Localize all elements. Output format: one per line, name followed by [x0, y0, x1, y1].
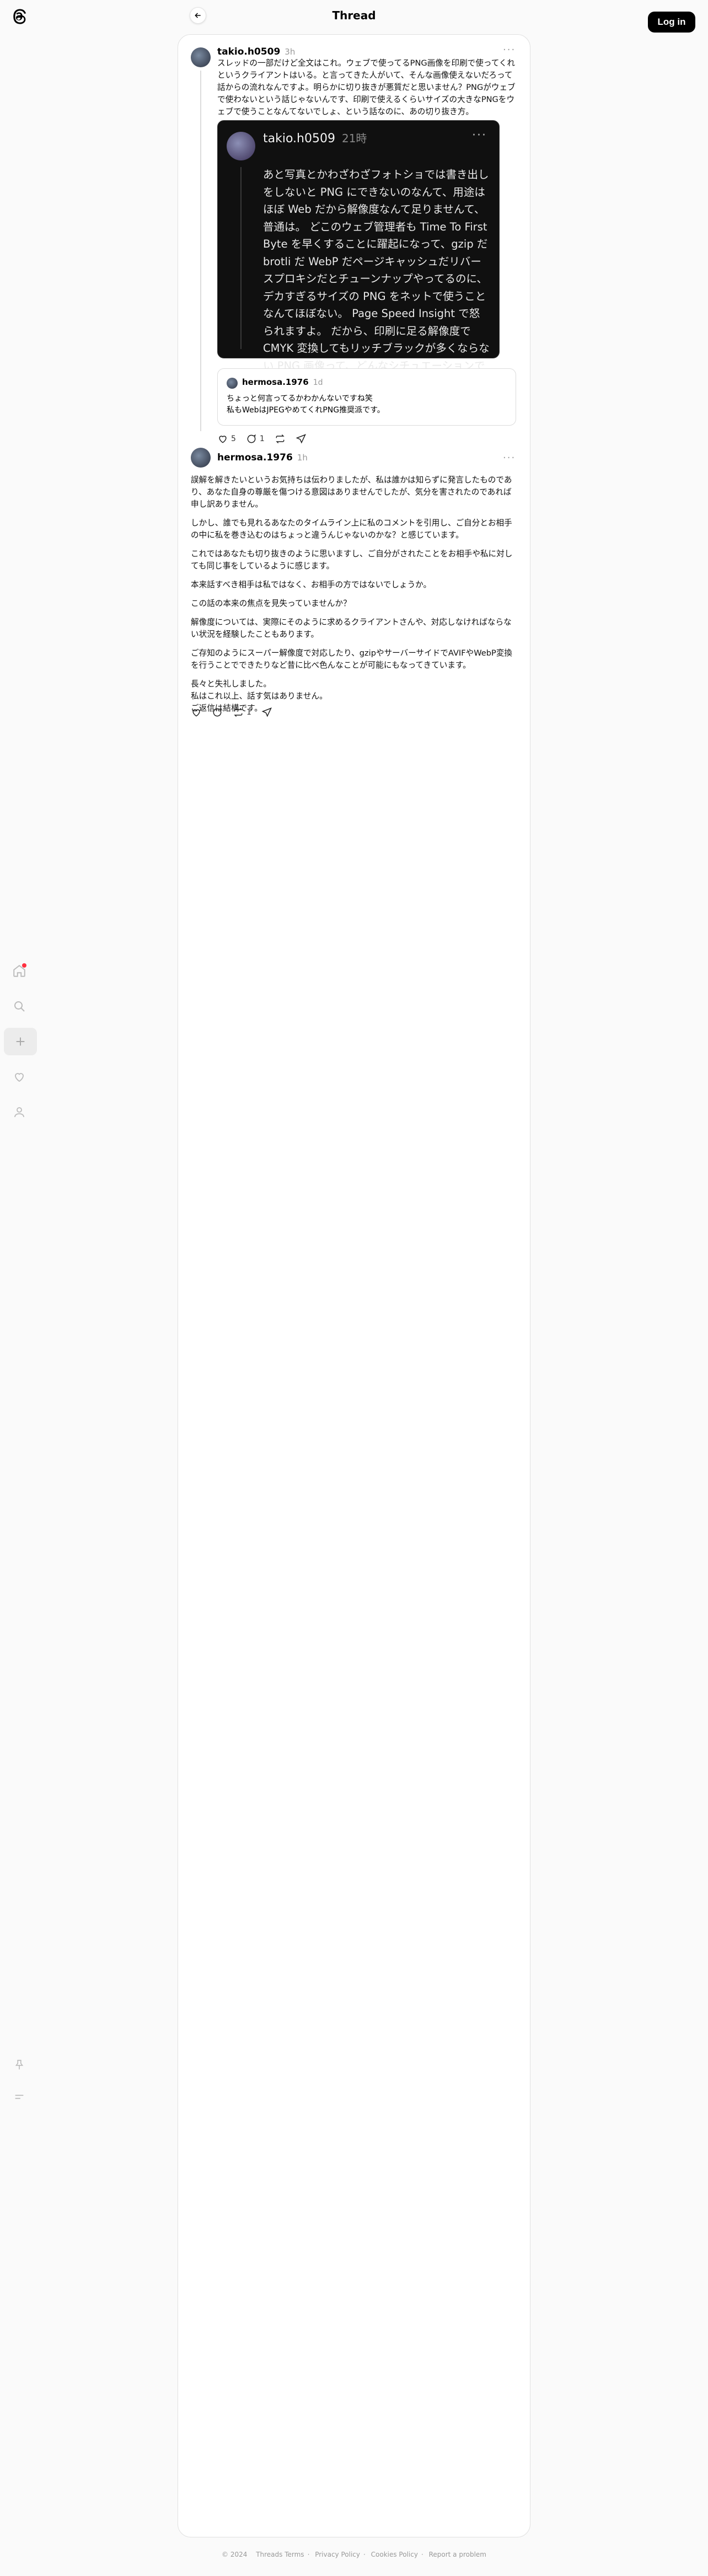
repost-icon — [234, 707, 243, 717]
more-icon[interactable]: ··· — [503, 452, 516, 464]
avatar — [227, 378, 238, 389]
send-icon — [296, 434, 306, 444]
like-button[interactable]: 5 — [217, 433, 236, 444]
post-actions: 1 — [191, 707, 272, 718]
timestamp: 1d — [313, 378, 323, 387]
footer-link-privacy[interactable]: Privacy Policy — [315, 2551, 360, 2558]
avatar[interactable] — [191, 448, 211, 468]
post-paragraph: これではあなたも切り抜きのように思いますし、ご自分がされたことをお相手や私に対し… — [191, 549, 513, 571]
sidebar-pin[interactable] — [10, 2056, 29, 2074]
like-count: 5 — [231, 434, 236, 443]
heart-icon — [192, 709, 200, 717]
user-icon — [14, 1107, 24, 1118]
plus-icon — [16, 1037, 25, 1046]
post-paragraph: 誤解を解きたいというお気持ちは伝わりましたが、私は誰かは知らずに発言したものであ… — [191, 475, 512, 509]
post-body: 誤解を解きたいというお気持ちは伝わりましたが、私は誰かは知らずに発言したものであ… — [191, 474, 516, 715]
avatar[interactable] — [191, 47, 211, 67]
heart-icon — [219, 436, 227, 443]
quoted-reply-line: 私もWebはJPEGやめてくれPNG推奨派です。 — [227, 406, 385, 415]
post-header: takio.h0509 3h — [217, 46, 295, 57]
post-text: スレッドの一部だけど全文はこれ。ウェブで使ってるPNG画像を印刷で使ってくれとい… — [217, 58, 516, 116]
heart-icon — [15, 1073, 24, 1082]
notification-dot — [22, 963, 26, 968]
post-paragraph: 解像度については、実際にそのように求めるクライアントさんや、対応しなければならな… — [191, 618, 512, 639]
comment-icon — [247, 434, 256, 443]
timestamp[interactable]: 3h — [285, 47, 295, 57]
footer-link-terms[interactable]: Threads Terms — [256, 2551, 304, 2558]
post-actions: 5 1 — [217, 433, 307, 444]
menu-icon — [15, 2095, 24, 2099]
post-paragraph: しかし、誰でも見れるあなたのタイムライン上に私のコメントを引用し、ご自分とお相手… — [191, 518, 512, 540]
avatar — [227, 132, 255, 160]
reply-button[interactable]: 1 — [246, 433, 265, 444]
pin-icon — [15, 2059, 24, 2070]
sidebar-profile[interactable] — [10, 1103, 29, 1121]
sidebar-menu[interactable] — [10, 2087, 29, 2106]
timestamp: 21時 — [341, 132, 367, 145]
quoted-reply-line: ちょっと何言ってるかわかんないですね笑 — [227, 394, 373, 403]
username: takio.h0509 — [263, 132, 335, 146]
repost-count: 1 — [246, 708, 251, 717]
thread-line — [200, 71, 201, 431]
search-icon — [14, 1001, 25, 1012]
quoted-text: あと写真とかわざわざフォトショでは書き出しをしないと PNG にできないのなんて… — [263, 168, 490, 389]
quoted-reply[interactable]: hermosa.1976 1d ちょっと何言ってるかわかんないですね笑 私もWeb… — [217, 368, 516, 426]
username: hermosa.1976 — [242, 377, 309, 387]
repost-button[interactable] — [275, 433, 286, 444]
page-title: Thread — [332, 9, 376, 22]
sidebar-activity[interactable] — [10, 1067, 29, 1086]
post-header: hermosa.1976 1h — [217, 452, 308, 463]
more-icon: ··· — [472, 128, 487, 142]
comment-icon — [213, 707, 222, 717]
reply-button[interactable] — [212, 707, 223, 718]
repost-icon — [276, 434, 285, 444]
more-icon[interactable]: ··· — [503, 44, 516, 56]
footer-link-report[interactable]: Report a problem — [429, 2551, 486, 2558]
thread-line — [240, 167, 242, 349]
reply-count: 1 — [259, 434, 265, 443]
timestamp[interactable]: 1h — [297, 453, 308, 463]
quoted-post[interactable]: takio.h0509 21時 ··· あと写真とかわざわざフォトショでは書き出し… — [217, 120, 500, 389]
repost-button[interactable]: 1 — [233, 707, 251, 718]
sidebar-search[interactable] — [10, 997, 29, 1016]
username[interactable]: hermosa.1976 — [217, 452, 293, 463]
username[interactable]: takio.h0509 — [217, 46, 280, 57]
footer: © 2024 Threads Terms · Privacy Policy · Co… — [222, 2551, 486, 2558]
login-button[interactable]: Log in — [648, 12, 695, 33]
share-button[interactable] — [261, 707, 272, 718]
like-button[interactable] — [191, 707, 202, 718]
copyright: © 2024 — [222, 2551, 248, 2558]
post-paragraph: ご存知のようにスーパー解像度で対応したり、gzipやサーバーサイドでAVIFやW… — [191, 648, 513, 670]
footer-link-cookies[interactable]: Cookies Policy — [371, 2551, 418, 2558]
share-button[interactable] — [296, 433, 307, 444]
send-icon — [261, 707, 272, 717]
sidebar-create[interactable] — [4, 1028, 37, 1055]
post-paragraph: 本来話すべき相手は私ではなく、お相手の方ではないでしょうか。 — [191, 580, 432, 589]
post-paragraph: この話の本来の焦点を見失っていませんか？ — [191, 599, 351, 608]
